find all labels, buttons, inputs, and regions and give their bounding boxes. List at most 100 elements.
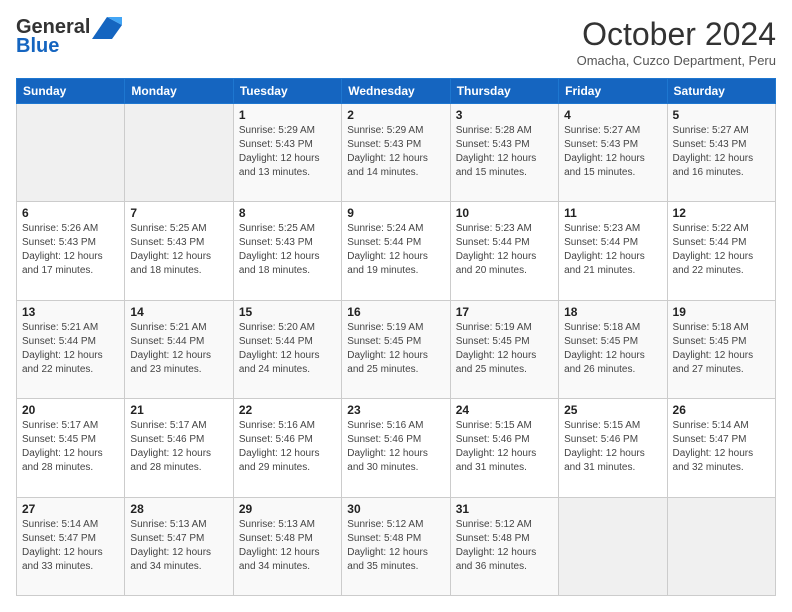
- day-number: 12: [673, 206, 770, 220]
- day-number: 29: [239, 502, 336, 516]
- day-info: Sunrise: 5:21 AM Sunset: 5:44 PM Dayligh…: [130, 321, 227, 377]
- calendar-cell: 23Sunrise: 5:16 AM Sunset: 5:46 PM Dayli…: [342, 399, 450, 497]
- col-thursday: Thursday: [450, 79, 558, 104]
- calendar-cell: 15Sunrise: 5:20 AM Sunset: 5:44 PM Dayli…: [233, 300, 341, 398]
- calendar-cell: 20 Sunrise: 5:17 AM Sunset: 5:45 PM Dayli…: [17, 399, 125, 497]
- day-info: Sunrise: 5:28 AM Sunset: 5:43 PM Dayligh…: [456, 124, 553, 180]
- calendar-cell: 10Sunrise: 5:23 AM Sunset: 5:44 PM Dayli…: [450, 202, 558, 300]
- calendar-cell: 12Sunrise: 5:22 AM Sunset: 5:44 PM Dayli…: [667, 202, 775, 300]
- day-number: 19: [673, 305, 770, 319]
- day-number: 30: [347, 502, 444, 516]
- calendar-cell: 27Sunrise: 5:14 AM Sunset: 5:47 PM Dayli…: [17, 497, 125, 595]
- calendar-cell: 22 Sunrise: 5:16 AM Sunset: 5:46 PM Dayli…: [233, 399, 341, 497]
- day-info: Sunrise: 5:16 AM Sunset: 5:46 PM Dayligh…: [239, 419, 336, 475]
- col-sunday: Sunday: [17, 79, 125, 104]
- calendar-cell: 14 Sunrise: 5:21 AM Sunset: 5:44 PM Dayli…: [125, 300, 233, 398]
- day-info: Sunrise: 5:21 AM Sunset: 5:44 PM Dayligh…: [22, 321, 119, 377]
- day-info: Sunrise: 5:25 AM Sunset: 5:43 PM Dayligh…: [130, 222, 227, 278]
- day-number: 28: [130, 502, 227, 516]
- calendar-cell: 6 Sunrise: 5:26 AM Sunset: 5:43 PM Daylig…: [17, 202, 125, 300]
- day-number: 11: [564, 206, 661, 220]
- day-info: Sunrise: 5:15 AM Sunset: 5:46 PM Dayligh…: [564, 419, 661, 475]
- day-info: Sunrise: 5:23 AM Sunset: 5:44 PM Dayligh…: [564, 222, 661, 278]
- calendar-cell: 7 Sunrise: 5:25 AM Sunset: 5:43 PM Daylig…: [125, 202, 233, 300]
- day-info: Sunrise: 5:29 AM Sunset: 5:43 PM Dayligh…: [239, 124, 336, 180]
- header-row: Sunday Monday Tuesday Wednesday Thursday…: [17, 79, 776, 104]
- calendar-cell: [17, 104, 125, 202]
- day-number: 4: [564, 108, 661, 122]
- calendar-cell: [559, 497, 667, 595]
- calendar-cell: 2 Sunrise: 5:29 AM Sunset: 5:43 PM Daylig…: [342, 104, 450, 202]
- day-number: 22: [239, 403, 336, 417]
- subtitle: Omacha, Cuzco Department, Peru: [577, 53, 776, 68]
- calendar-cell: 13 Sunrise: 5:21 AM Sunset: 5:44 PM Dayli…: [17, 300, 125, 398]
- day-info: Sunrise: 5:13 AM Sunset: 5:48 PM Dayligh…: [239, 518, 336, 574]
- day-number: 15: [239, 305, 336, 319]
- page: General Blue October 2024 Omacha, Cuzco …: [0, 0, 792, 612]
- day-number: 7: [130, 206, 227, 220]
- day-number: 9: [347, 206, 444, 220]
- day-info: Sunrise: 5:12 AM Sunset: 5:48 PM Dayligh…: [456, 518, 553, 574]
- day-number: 13: [22, 305, 119, 319]
- day-info: Sunrise: 5:26 AM Sunset: 5:43 PM Dayligh…: [22, 222, 119, 278]
- month-title: October 2024: [577, 16, 776, 53]
- day-number: 3: [456, 108, 553, 122]
- col-tuesday: Tuesday: [233, 79, 341, 104]
- day-number: 10: [456, 206, 553, 220]
- day-info: Sunrise: 5:17 AM Sunset: 5:46 PM Dayligh…: [130, 419, 227, 475]
- day-info: Sunrise: 5:14 AM Sunset: 5:47 PM Dayligh…: [673, 419, 770, 475]
- col-friday: Friday: [559, 79, 667, 104]
- day-number: 24: [456, 403, 553, 417]
- calendar-cell: [125, 104, 233, 202]
- day-info: Sunrise: 5:27 AM Sunset: 5:43 PM Dayligh…: [673, 124, 770, 180]
- day-info: Sunrise: 5:25 AM Sunset: 5:43 PM Dayligh…: [239, 222, 336, 278]
- calendar-cell: 24 Sunrise: 5:15 AM Sunset: 5:46 PM Dayli…: [450, 399, 558, 497]
- calendar-cell: 25 Sunrise: 5:15 AM Sunset: 5:46 PM Dayli…: [559, 399, 667, 497]
- day-info: Sunrise: 5:24 AM Sunset: 5:44 PM Dayligh…: [347, 222, 444, 278]
- calendar-cell: 26 Sunrise: 5:14 AM Sunset: 5:47 PM Dayli…: [667, 399, 775, 497]
- calendar-cell: 9 Sunrise: 5:24 AM Sunset: 5:44 PM Daylig…: [342, 202, 450, 300]
- day-number: 2: [347, 108, 444, 122]
- day-number: 20: [22, 403, 119, 417]
- calendar-week-4: 27Sunrise: 5:14 AM Sunset: 5:47 PM Dayli…: [17, 497, 776, 595]
- day-info: Sunrise: 5:14 AM Sunset: 5:47 PM Dayligh…: [22, 518, 119, 574]
- calendar-cell: 4 Sunrise: 5:27 AM Sunset: 5:43 PM Daylig…: [559, 104, 667, 202]
- day-info: Sunrise: 5:13 AM Sunset: 5:47 PM Dayligh…: [130, 518, 227, 574]
- day-info: Sunrise: 5:27 AM Sunset: 5:43 PM Dayligh…: [564, 124, 661, 180]
- calendar-week-2: 13 Sunrise: 5:21 AM Sunset: 5:44 PM Dayli…: [17, 300, 776, 398]
- calendar-cell: 31Sunrise: 5:12 AM Sunset: 5:48 PM Dayli…: [450, 497, 558, 595]
- day-info: Sunrise: 5:12 AM Sunset: 5:48 PM Dayligh…: [347, 518, 444, 574]
- calendar-cell: 19 Sunrise: 5:18 AM Sunset: 5:45 PM Dayli…: [667, 300, 775, 398]
- logo-icon: [92, 17, 122, 39]
- day-number: 26: [673, 403, 770, 417]
- header: General Blue October 2024 Omacha, Cuzco …: [16, 16, 776, 68]
- calendar-cell: 17Sunrise: 5:19 AM Sunset: 5:45 PM Dayli…: [450, 300, 558, 398]
- day-info: Sunrise: 5:16 AM Sunset: 5:46 PM Dayligh…: [347, 419, 444, 475]
- logo-blue: Blue: [16, 35, 59, 58]
- day-number: 17: [456, 305, 553, 319]
- day-number: 14: [130, 305, 227, 319]
- day-number: 8: [239, 206, 336, 220]
- logo: General Blue: [16, 16, 122, 58]
- day-number: 25: [564, 403, 661, 417]
- calendar-cell: 3 Sunrise: 5:28 AM Sunset: 5:43 PM Daylig…: [450, 104, 558, 202]
- calendar-cell: 5Sunrise: 5:27 AM Sunset: 5:43 PM Daylig…: [667, 104, 775, 202]
- col-monday: Monday: [125, 79, 233, 104]
- calendar-cell: 18Sunrise: 5:18 AM Sunset: 5:45 PM Dayli…: [559, 300, 667, 398]
- calendar-cell: 28 Sunrise: 5:13 AM Sunset: 5:47 PM Dayli…: [125, 497, 233, 595]
- day-number: 6: [22, 206, 119, 220]
- day-info: Sunrise: 5:29 AM Sunset: 5:43 PM Dayligh…: [347, 124, 444, 180]
- calendar-cell: 1 Sunrise: 5:29 AM Sunset: 5:43 PM Daylig…: [233, 104, 341, 202]
- day-info: Sunrise: 5:15 AM Sunset: 5:46 PM Dayligh…: [456, 419, 553, 475]
- day-number: 1: [239, 108, 336, 122]
- day-info: Sunrise: 5:17 AM Sunset: 5:45 PM Dayligh…: [22, 419, 119, 475]
- day-number: 18: [564, 305, 661, 319]
- calendar-table: Sunday Monday Tuesday Wednesday Thursday…: [16, 78, 776, 596]
- calendar-cell: 16Sunrise: 5:19 AM Sunset: 5:45 PM Dayli…: [342, 300, 450, 398]
- day-number: 21: [130, 403, 227, 417]
- day-info: Sunrise: 5:18 AM Sunset: 5:45 PM Dayligh…: [673, 321, 770, 377]
- calendar-cell: [667, 497, 775, 595]
- calendar-cell: 29 Sunrise: 5:13 AM Sunset: 5:48 PM Dayli…: [233, 497, 341, 595]
- day-number: 16: [347, 305, 444, 319]
- calendar-week-0: 1 Sunrise: 5:29 AM Sunset: 5:43 PM Daylig…: [17, 104, 776, 202]
